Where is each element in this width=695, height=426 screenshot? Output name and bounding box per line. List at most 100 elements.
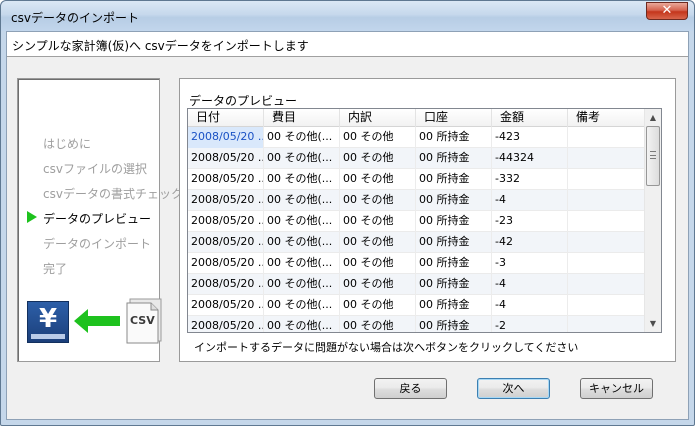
cell-account[interactable]: 00 所持金 [416, 169, 492, 190]
table-row[interactable]: 2008/05/20 ... 00 その他(... 00 その他 00 所持金 -332 [188, 169, 646, 190]
cell-detail[interactable]: 00 その他 [340, 169, 416, 190]
cell-amount[interactable]: -4 [492, 190, 568, 211]
cell-detail[interactable]: 00 その他 [340, 253, 416, 274]
cell-note[interactable] [568, 253, 646, 274]
column-header-amount[interactable]: 金額 [492, 109, 568, 127]
scroll-down-icon[interactable]: ▼ [645, 315, 661, 332]
cell-note[interactable] [568, 211, 646, 232]
table-row[interactable]: 2008/05/20 ... 00 その他(... 00 その他 00 所持金 -2 [188, 316, 646, 332]
cell-amount[interactable]: -42 [492, 232, 568, 253]
cell-amount[interactable]: -423 [492, 127, 568, 148]
next-button[interactable]: 次へ [477, 378, 550, 399]
column-header-date[interactable]: 日付 [188, 109, 264, 127]
step-complete: 完了 [43, 262, 68, 276]
column-header-category[interactable]: 費目 [264, 109, 340, 127]
cell-note[interactable] [568, 316, 646, 332]
column-header-detail[interactable]: 内訳 [340, 109, 416, 127]
table-row[interactable]: 2008/05/20 ... 00 その他(... 00 その他 00 所持金 -4 [188, 274, 646, 295]
cell-note[interactable] [568, 127, 646, 148]
column-header-note[interactable]: 備考 [568, 109, 646, 127]
close-button[interactable]: ✕ [646, 2, 688, 20]
cell-date[interactable]: 2008/05/20 ... [188, 148, 264, 169]
cell-category[interactable]: 00 その他(... [264, 169, 340, 190]
cell-category[interactable]: 00 その他(... [264, 253, 340, 274]
preview-panel: データのプレビュー 日付 費目 内訳 口座 金額 備考 2008/05/20 .… [179, 78, 676, 362]
vertical-scrollbar[interactable]: ▲ ▼ [644, 109, 661, 332]
cell-category[interactable]: 00 その他(... [264, 148, 340, 169]
cell-date[interactable]: 2008/05/20 ... [188, 190, 264, 211]
import-dialog: csvデータのインポート ✕ シンプルな家計簿(仮)へ csvデータをインポート… [0, 0, 695, 426]
cell-detail[interactable]: 00 その他 [340, 190, 416, 211]
table-row[interactable]: 2008/05/20 ... 00 その他(... 00 その他 00 所持金 -4 [188, 295, 646, 316]
step-select-file: csvファイルの選択 [43, 162, 147, 176]
steps-panel: はじめに csvファイルの選択 csvデータの書式チェック データのプレビュー … [17, 78, 183, 362]
cell-date[interactable]: 2008/05/20 ... [188, 316, 264, 332]
cell-detail[interactable]: 00 その他 [340, 274, 416, 295]
title-bar[interactable]: csvデータのインポート ✕ [1, 1, 694, 31]
cell-date[interactable]: 2008/05/20 ... [188, 232, 264, 253]
cell-account[interactable]: 00 所持金 [416, 148, 492, 169]
cell-category[interactable]: 00 その他(... [264, 127, 340, 148]
cell-category[interactable]: 00 その他(... [264, 190, 340, 211]
dialog-body: シンプルな家計簿(仮)へ csvデータをインポートします はじめに csvファイ… [6, 31, 689, 420]
preview-grid[interactable]: 日付 費目 内訳 口座 金額 備考 2008/05/20 ... 00 その他(.… [187, 108, 662, 333]
cell-date[interactable]: 2008/05/20 ... [188, 169, 264, 190]
cell-date[interactable]: 2008/05/20 ... [188, 253, 264, 274]
header-description: シンプルな家計簿(仮)へ csvデータをインポートします [12, 39, 309, 53]
cell-category[interactable]: 00 その他(... [264, 211, 340, 232]
csv-file-icon: CSV [125, 298, 163, 344]
cell-amount[interactable]: -332 [492, 169, 568, 190]
table-row[interactable]: 2008/05/20 ... 00 その他(... 00 その他 00 所持金 -23 [188, 211, 646, 232]
cell-note[interactable] [568, 295, 646, 316]
table-row[interactable]: 2008/05/20 ... 00 その他(... 00 その他 00 所持金 -443… [188, 148, 646, 169]
cancel-button[interactable]: キャンセル [580, 378, 653, 399]
cell-date[interactable]: 2008/05/20 ... [188, 127, 264, 148]
grid-header: 日付 費目 内訳 口座 金額 備考 [188, 109, 646, 127]
cell-amount[interactable]: -4 [492, 274, 568, 295]
cell-date[interactable]: 2008/05/20 ... [188, 274, 264, 295]
cell-amount[interactable]: -4 [492, 295, 568, 316]
cell-account[interactable]: 00 所持金 [416, 127, 492, 148]
cell-amount[interactable]: -3 [492, 253, 568, 274]
cell-amount[interactable]: -23 [492, 211, 568, 232]
scroll-thumb[interactable] [646, 126, 660, 186]
cell-note[interactable] [568, 190, 646, 211]
cell-account[interactable]: 00 所持金 [416, 232, 492, 253]
close-icon: ✕ [661, 3, 673, 18]
cell-account[interactable]: 00 所持金 [416, 253, 492, 274]
column-header-account[interactable]: 口座 [416, 109, 492, 127]
cell-account[interactable]: 00 所持金 [416, 211, 492, 232]
table-row[interactable]: 2008/05/20 ... 00 その他(... 00 その他 00 所持金 -3 [188, 253, 646, 274]
cell-category[interactable]: 00 その他(... [264, 295, 340, 316]
cell-note[interactable] [568, 232, 646, 253]
step-preview: データのプレビュー [43, 212, 152, 226]
back-button[interactable]: 戻る [374, 378, 447, 399]
cell-detail[interactable]: 00 その他 [340, 127, 416, 148]
table-row[interactable]: 2008/05/20 ... 00 その他(... 00 その他 00 所持金 -42 [188, 232, 646, 253]
csv-label: CSV [130, 314, 155, 327]
cell-note[interactable] [568, 169, 646, 190]
cell-category[interactable]: 00 その他(... [264, 274, 340, 295]
table-row[interactable]: 2008/05/20 ... 00 その他(... 00 その他 00 所持金 -423 [188, 127, 646, 148]
cell-detail[interactable]: 00 その他 [340, 232, 416, 253]
cell-category[interactable]: 00 その他(... [264, 232, 340, 253]
cell-account[interactable]: 00 所持金 [416, 274, 492, 295]
preview-instruction: インポートするデータに問題がない場合は次へボタンをクリックしてください [194, 341, 579, 354]
table-row[interactable]: 2008/05/20 ... 00 その他(... 00 その他 00 所持金 -4 [188, 190, 646, 211]
cell-category[interactable]: 00 その他(... [264, 316, 340, 332]
cell-date[interactable]: 2008/05/20 ... [188, 295, 264, 316]
cell-detail[interactable]: 00 その他 [340, 316, 416, 332]
cell-amount[interactable]: -2 [492, 316, 568, 332]
cell-note[interactable] [568, 274, 646, 295]
cell-detail[interactable]: 00 その他 [340, 211, 416, 232]
cell-account[interactable]: 00 所持金 [416, 190, 492, 211]
cell-date[interactable]: 2008/05/20 ... [188, 211, 264, 232]
cell-detail[interactable]: 00 その他 [340, 295, 416, 316]
cell-detail[interactable]: 00 その他 [340, 148, 416, 169]
cell-amount[interactable]: -44324 [492, 148, 568, 169]
yen-ledger-icon: ¥ [27, 301, 69, 343]
scroll-up-icon[interactable]: ▲ [645, 109, 661, 126]
cell-account[interactable]: 00 所持金 [416, 295, 492, 316]
cell-account[interactable]: 00 所持金 [416, 316, 492, 332]
cell-note[interactable] [568, 148, 646, 169]
